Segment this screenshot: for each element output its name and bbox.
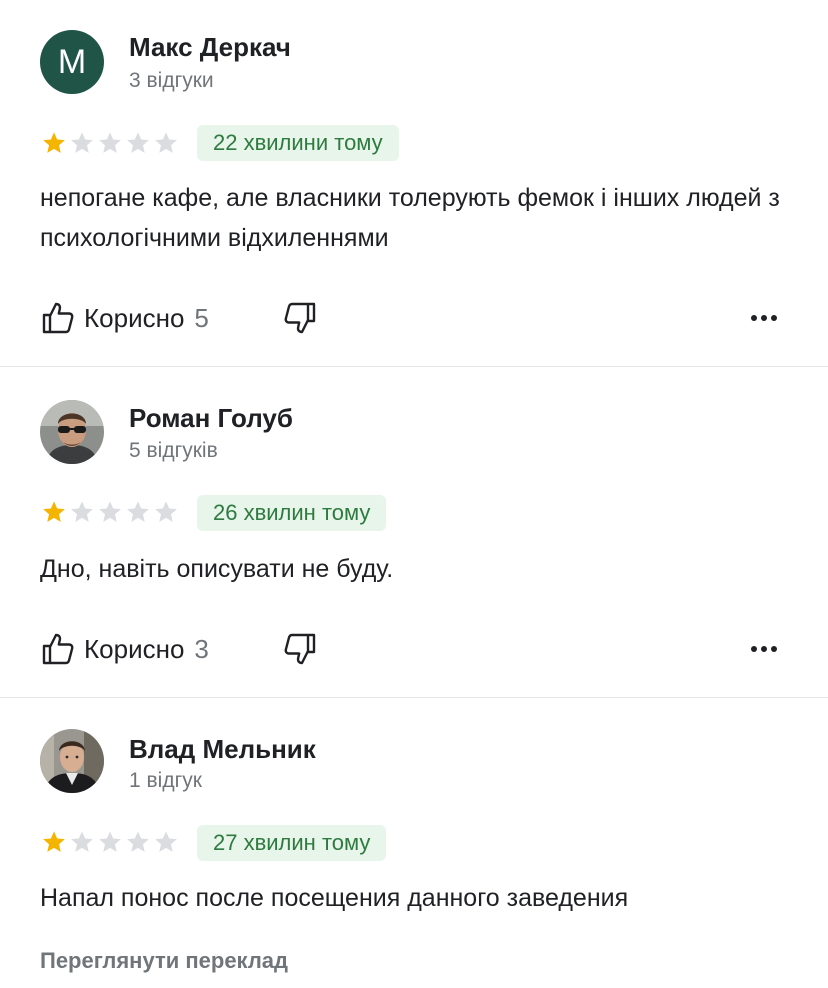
author-name[interactable]: Макс Деркач bbox=[129, 32, 291, 63]
review-card: Влад Мельник 1 відгук 27 хвилин тому Нап… bbox=[0, 698, 828, 988]
thumb-down-icon bbox=[282, 631, 318, 667]
star-filled-icon bbox=[40, 829, 68, 855]
avatar[interactable] bbox=[40, 729, 104, 793]
star-empty-icon bbox=[124, 130, 152, 156]
thumb-up-icon bbox=[40, 300, 76, 336]
author-review-count: 5 відгуків bbox=[129, 439, 218, 462]
helpful-count: 3 bbox=[194, 633, 209, 664]
star-empty-icon bbox=[152, 130, 180, 156]
more-horizontal-icon bbox=[748, 300, 780, 336]
not-helpful-button[interactable] bbox=[282, 300, 318, 336]
avatar-photo bbox=[40, 729, 104, 793]
star-filled-icon bbox=[40, 499, 68, 525]
star-empty-icon bbox=[96, 829, 124, 855]
star-rating bbox=[40, 130, 180, 156]
review-text: Дно, навіть описувати не буду. bbox=[40, 555, 394, 583]
view-translation-link[interactable]: Переглянути переклад bbox=[40, 948, 288, 974]
review-time-badge: 26 хвилин тому bbox=[197, 495, 387, 531]
author-name[interactable]: Роман Голуб bbox=[129, 403, 293, 434]
avatar[interactable]: M bbox=[40, 30, 104, 94]
helpful-label: Корисно bbox=[84, 633, 185, 664]
author-review-count: 3 відгуки bbox=[129, 69, 214, 92]
review-text: непогане кафе, але власники толерують фе… bbox=[40, 184, 780, 252]
avatar-photo bbox=[40, 400, 104, 464]
star-filled-icon bbox=[40, 130, 68, 156]
review-time-badge: 27 хвилин тому bbox=[197, 825, 387, 861]
helpful-button[interactable]: Корисно 5 bbox=[40, 300, 209, 336]
thumb-up-icon bbox=[40, 631, 76, 667]
star-empty-icon bbox=[68, 829, 96, 855]
star-empty-icon bbox=[124, 499, 152, 525]
star-empty-icon bbox=[96, 130, 124, 156]
author-review-count: 1 відгук bbox=[129, 769, 202, 792]
review-text: Напал понос после посещения данного заве… bbox=[40, 884, 629, 912]
star-empty-icon bbox=[96, 499, 124, 525]
review-time-badge: 22 хвилини тому bbox=[197, 125, 399, 161]
star-empty-icon bbox=[152, 499, 180, 525]
star-rating bbox=[40, 829, 180, 855]
more-horizontal-icon bbox=[748, 631, 780, 667]
more-options-button[interactable] bbox=[748, 631, 780, 667]
helpful-button[interactable]: Корисно 3 bbox=[40, 631, 209, 667]
star-empty-icon bbox=[68, 130, 96, 156]
helpful-count: 5 bbox=[194, 302, 209, 333]
star-empty-icon bbox=[68, 499, 96, 525]
star-rating bbox=[40, 499, 180, 525]
star-empty-icon bbox=[124, 829, 152, 855]
review-card: M Макс Деркач 3 відгуки 22 хвилини тому … bbox=[0, 0, 828, 367]
thumb-down-icon bbox=[282, 300, 318, 336]
not-helpful-button[interactable] bbox=[282, 631, 318, 667]
review-card: Роман Голуб 5 відгуків 26 хвилин тому Дн… bbox=[0, 367, 828, 698]
avatar[interactable] bbox=[40, 400, 104, 464]
helpful-label: Корисно bbox=[84, 302, 185, 333]
star-empty-icon bbox=[152, 829, 180, 855]
more-options-button[interactable] bbox=[748, 300, 780, 336]
author-name[interactable]: Влад Мельник bbox=[129, 734, 316, 765]
